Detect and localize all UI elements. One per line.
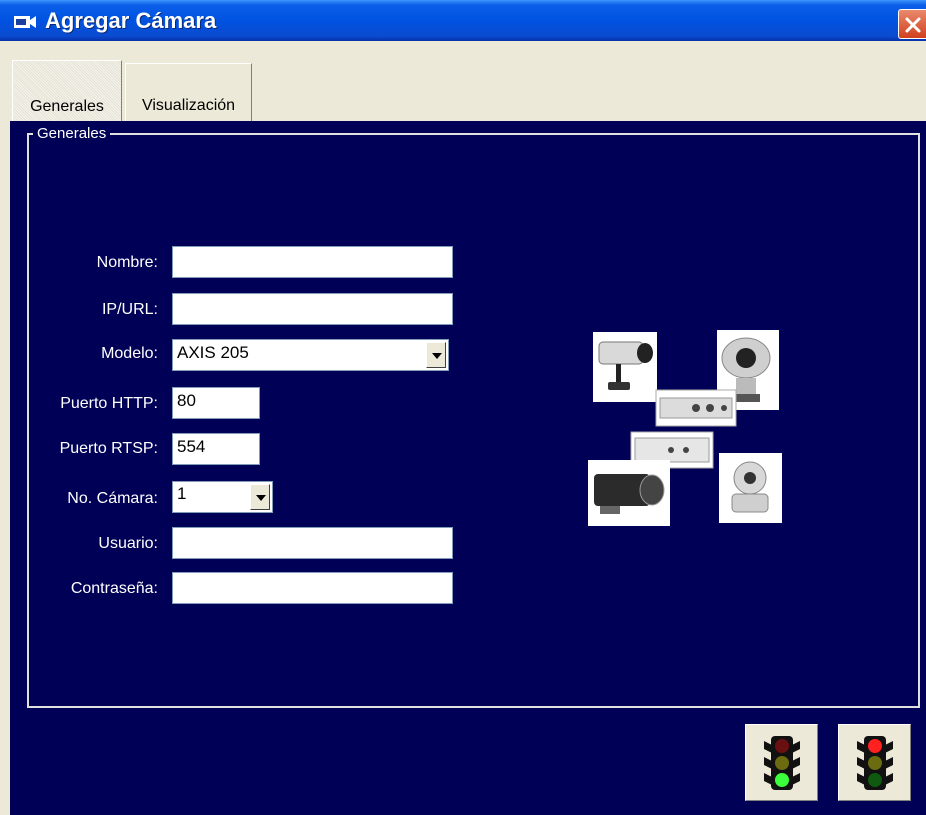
puerto-http-field[interactable]: 80 xyxy=(172,387,260,419)
box-camera-image xyxy=(593,332,657,402)
close-button[interactable] xyxy=(898,9,926,39)
contrasena-label: Contraseña: xyxy=(70,580,158,597)
accept-button[interactable] xyxy=(745,724,818,801)
traffic-light-green-icon xyxy=(764,736,800,790)
outdoor-camera-image xyxy=(588,460,670,526)
usuario-field[interactable] xyxy=(172,527,453,559)
ptz-camera-image xyxy=(719,453,782,523)
nombre-field[interactable] xyxy=(172,246,453,278)
tab-panel: Generales xyxy=(10,121,926,815)
camera-collage-image xyxy=(588,330,782,526)
tab-visualizacion[interactable]: Visualización xyxy=(125,63,252,121)
no-camara-label: No. Cámara: xyxy=(67,490,158,507)
tab-generales[interactable]: Generales xyxy=(12,60,122,121)
puerto-rtsp-field[interactable]: 554 xyxy=(172,433,260,465)
tab-strip: Generales Visualización xyxy=(0,41,926,121)
nombre-label: Nombre: xyxy=(96,254,158,271)
tab-label: Generales xyxy=(30,98,104,115)
title-bar: Agregar Cámara xyxy=(0,0,926,41)
window-title: Agregar Cámara xyxy=(45,8,217,33)
chevron-down-icon[interactable] xyxy=(250,484,270,510)
usuario-label: Usuario: xyxy=(98,535,158,552)
contrasena-field[interactable] xyxy=(172,572,453,604)
window-icon xyxy=(14,16,36,28)
no-camara-select[interactable]: 1 xyxy=(172,481,273,513)
video-server-image xyxy=(655,389,737,427)
close-icon xyxy=(905,17,921,33)
group-legend: Generales xyxy=(33,125,111,142)
ip-url-field[interactable] xyxy=(172,293,453,325)
generales-group: Generales xyxy=(27,125,920,708)
modelo-select[interactable]: AXIS 205 xyxy=(172,339,449,371)
no-camara-value: 1 xyxy=(177,484,187,503)
ip-url-label: IP/URL: xyxy=(101,301,158,318)
tab-label: Visualización xyxy=(141,97,236,114)
puerto-rtsp-label: Puerto RTSP: xyxy=(59,440,158,457)
chevron-down-icon[interactable] xyxy=(426,342,446,368)
modelo-value: AXIS 205 xyxy=(177,343,249,362)
traffic-light-red-icon xyxy=(857,736,893,790)
puerto-http-label: Puerto HTTP: xyxy=(60,395,158,412)
cancel-button[interactable] xyxy=(838,724,911,801)
modelo-label: Modelo: xyxy=(101,345,158,362)
